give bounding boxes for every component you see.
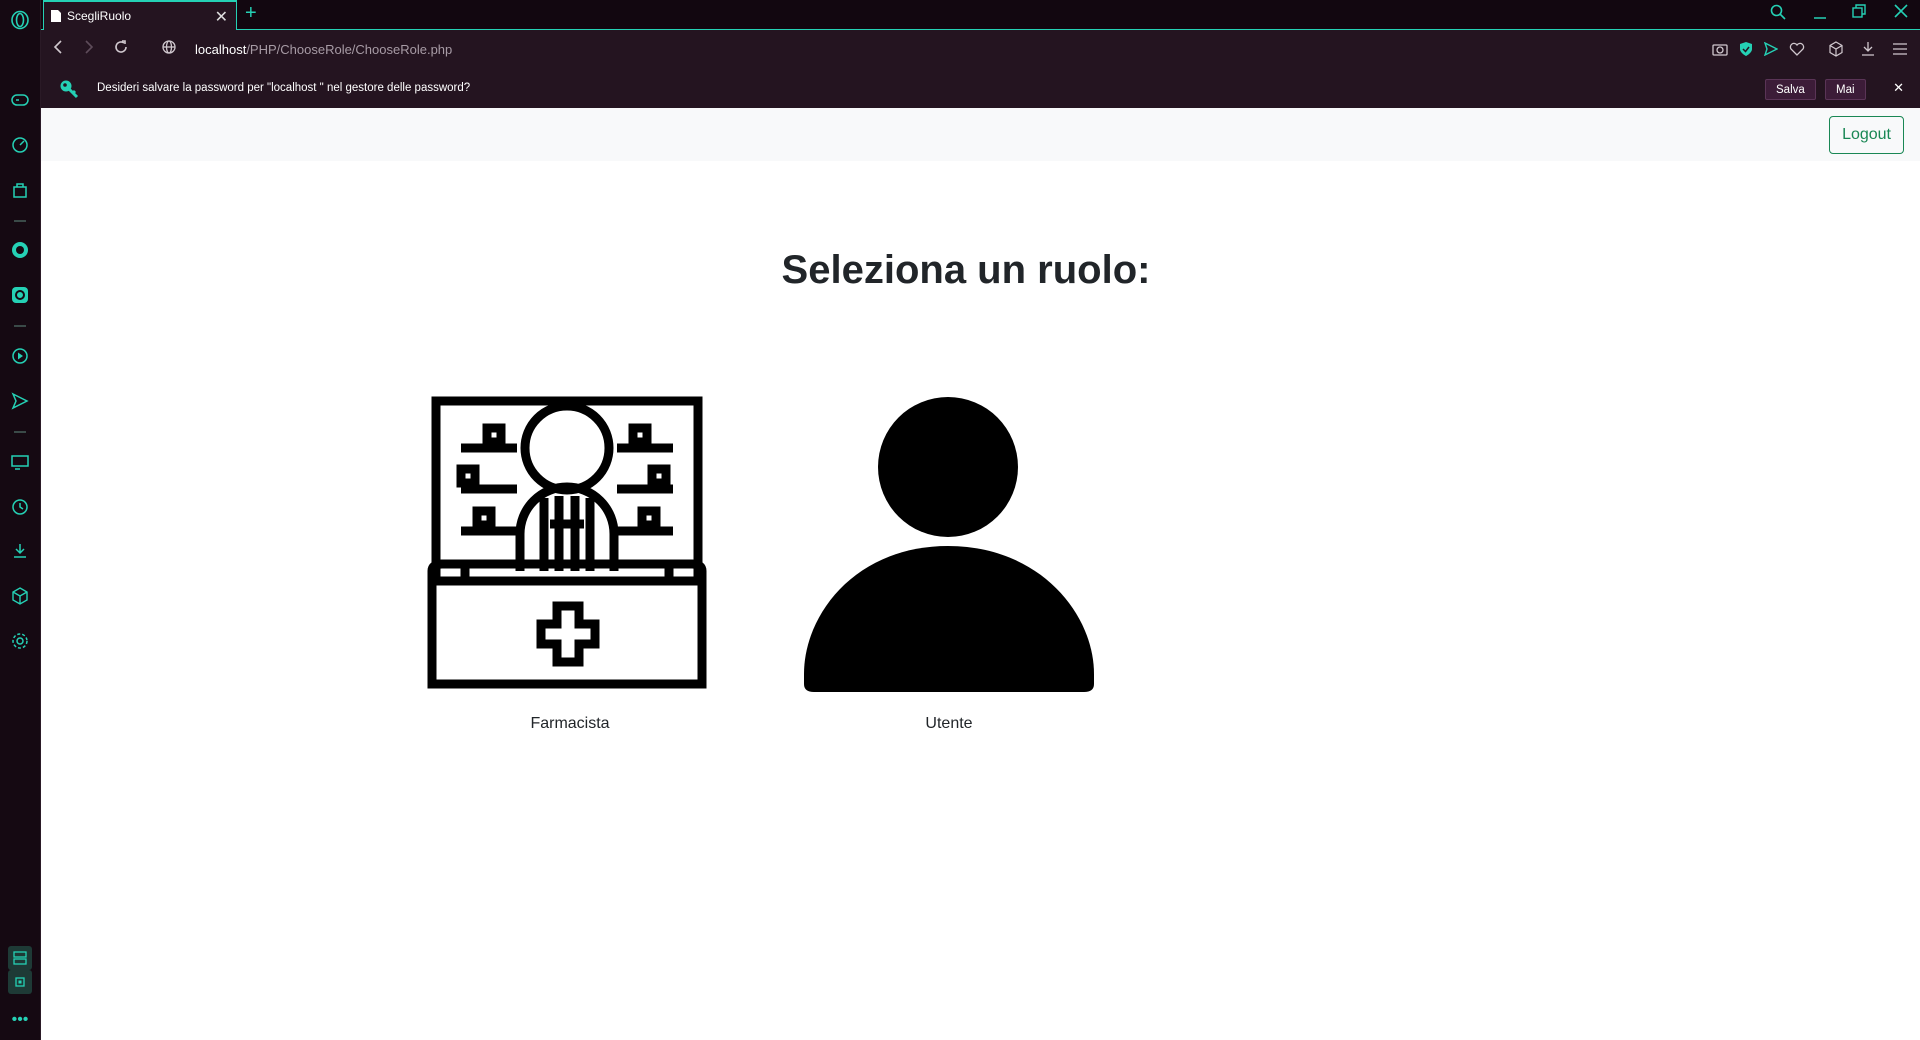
settings-gear-icon[interactable] bbox=[8, 629, 32, 653]
logout-button[interactable]: Logout bbox=[1829, 116, 1904, 154]
more-icon[interactable]: ••• bbox=[8, 1008, 32, 1032]
restore-icon[interactable] bbox=[1852, 4, 1866, 23]
close-prompt-icon[interactable]: ✕ bbox=[1893, 80, 1904, 96]
save-password-bar: Desideri salvare la password per "localh… bbox=[41, 70, 1920, 108]
search-icon[interactable] bbox=[1770, 4, 1786, 25]
speed-dial-icon[interactable] bbox=[8, 133, 32, 157]
flow-send-icon[interactable] bbox=[1762, 40, 1780, 58]
tabs-icon[interactable] bbox=[8, 450, 32, 474]
key-icon bbox=[59, 79, 79, 104]
forward-icon[interactable] bbox=[84, 39, 94, 60]
bag-icon[interactable] bbox=[8, 178, 32, 202]
pharmacist-icon[interactable] bbox=[417, 386, 723, 692]
snapshot-camera-icon[interactable] bbox=[1711, 40, 1729, 58]
extensions-cube-icon[interactable] bbox=[8, 584, 32, 608]
send-icon[interactable] bbox=[8, 389, 32, 413]
role-label-utente: Utente bbox=[925, 715, 973, 732]
role-card-farmacista[interactable]: Farmacista bbox=[417, 386, 723, 733]
whatsapp-icon[interactable] bbox=[8, 238, 32, 262]
page-icon bbox=[51, 10, 61, 22]
workspaces-icon[interactable] bbox=[8, 946, 32, 970]
close-window-icon[interactable] bbox=[1894, 4, 1908, 23]
save-password-button[interactable]: Salva bbox=[1765, 79, 1816, 100]
tab-title: ScegliRuolo bbox=[67, 9, 132, 23]
downloads-icon[interactable] bbox=[8, 539, 32, 563]
tab-bar: ScegliRuolo ✕ + bbox=[41, 0, 1920, 30]
browser-sidebar: ••• bbox=[0, 0, 41, 1040]
back-icon[interactable] bbox=[53, 39, 63, 60]
minimize-icon[interactable] bbox=[1813, 4, 1827, 25]
instagram-icon[interactable] bbox=[8, 283, 32, 307]
role-label-farmacista: Farmacista bbox=[530, 715, 610, 732]
never-save-button[interactable]: Mai bbox=[1825, 79, 1866, 100]
adblock-shield-icon[interactable] bbox=[1737, 40, 1755, 58]
opera-logo-icon[interactable] bbox=[8, 8, 32, 32]
url-path: /PHP/ChooseRole/ChooseRole.php bbox=[246, 42, 453, 57]
top-navbar: Logout bbox=[41, 108, 1920, 161]
player-icon[interactable] bbox=[8, 344, 32, 368]
extensions-icon[interactable] bbox=[1827, 40, 1845, 58]
history-icon[interactable] bbox=[8, 495, 32, 519]
site-info-globe-icon[interactable] bbox=[161, 39, 177, 60]
save-password-message: Desideri salvare la password per "localh… bbox=[97, 82, 471, 94]
easy-setup-menu-icon[interactable] bbox=[1891, 40, 1909, 58]
reload-icon[interactable] bbox=[113, 39, 129, 60]
new-tab-button[interactable]: + bbox=[245, 2, 257, 25]
favorites-heart-icon[interactable] bbox=[1788, 40, 1806, 58]
page-content: Logout Seleziona un ruolo: Farmacista Ut… bbox=[41, 108, 1920, 1040]
chip-icon[interactable] bbox=[8, 970, 32, 994]
role-card-utente[interactable]: Utente bbox=[796, 386, 1102, 733]
url-field[interactable]: localhost/PHP/ChooseRole/ChooseRole.php bbox=[195, 42, 452, 57]
url-host: localhost bbox=[195, 42, 247, 57]
tab-close-icon[interactable]: ✕ bbox=[215, 7, 228, 27]
page-title: Seleziona un ruolo: bbox=[781, 248, 1151, 292]
address-bar: localhost/PHP/ChooseRole/ChooseRole.php bbox=[41, 30, 1920, 70]
gamepad-icon[interactable] bbox=[8, 88, 32, 112]
tab-scegliruolo[interactable]: ScegliRuolo ✕ bbox=[43, 0, 237, 30]
user-icon[interactable] bbox=[796, 386, 1102, 692]
download-icon[interactable] bbox=[1859, 40, 1877, 58]
